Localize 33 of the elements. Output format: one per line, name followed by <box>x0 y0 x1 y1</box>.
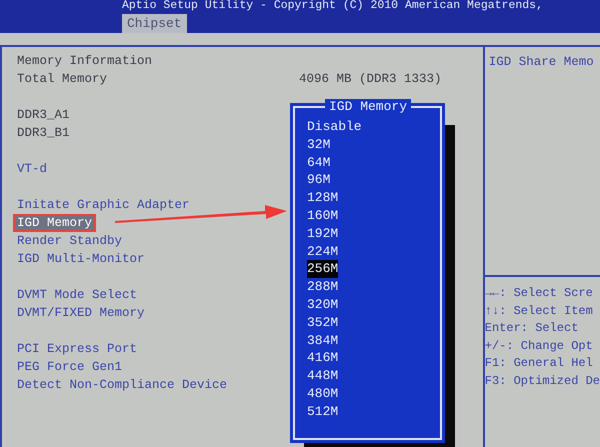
option-item[interactable]: 480M <box>307 384 338 403</box>
option-item[interactable]: 224M <box>307 242 338 260</box>
key-hint: F1: General Hel <box>484 355 594 372</box>
option-item[interactable]: 384M <box>307 332 338 350</box>
option-item[interactable]: 64M <box>307 154 330 172</box>
info-label: DDR3_B1 <box>17 126 71 140</box>
menu-tab[interactable]: Chipset <box>122 14 187 33</box>
option-item[interactable]: 512M <box>307 402 338 421</box>
info-label: DDR3_A1 <box>17 108 71 122</box>
option-item[interactable]: 160M <box>307 206 338 225</box>
option-item[interactable]: Disable <box>307 118 362 136</box>
info-label: Total Memory <box>17 72 108 86</box>
info-label: Memory Information <box>17 54 154 68</box>
option-item[interactable]: 128M <box>307 189 338 207</box>
key-hint: ↑↓: Select Item <box>484 302 594 320</box>
info-value: 4096 MB (DDR3 1333) <box>299 72 442 86</box>
option-item[interactable]: 192M <box>307 224 338 243</box>
popup-title: IGD Memory <box>325 99 412 114</box>
option-item[interactable]: 352M <box>307 314 338 332</box>
option-item[interactable]: 320M <box>307 296 338 314</box>
option-item[interactable]: 32M <box>307 136 330 154</box>
key-hint: F3: Optimized De <box>484 372 600 390</box>
help-description: IGD Share Memo <box>484 47 600 277</box>
option-item[interactable]: 256M <box>307 260 338 278</box>
key-hint: Enter: Select <box>484 320 580 337</box>
setting-item[interactable]: IGD Memory <box>13 214 96 232</box>
option-item[interactable]: 288M <box>307 278 338 296</box>
option-item[interactable]: 96M <box>307 171 330 190</box>
key-hint: +/-: Change Opt <box>484 338 594 354</box>
option-item[interactable]: 448M <box>307 367 338 385</box>
option-item[interactable]: 416M <box>307 349 338 368</box>
key-hint: →←: Select Scre <box>484 285 594 302</box>
window-title: Aptio Setup Utility - Copyright (C) 2010 American Megatrends, <box>122 0 543 12</box>
